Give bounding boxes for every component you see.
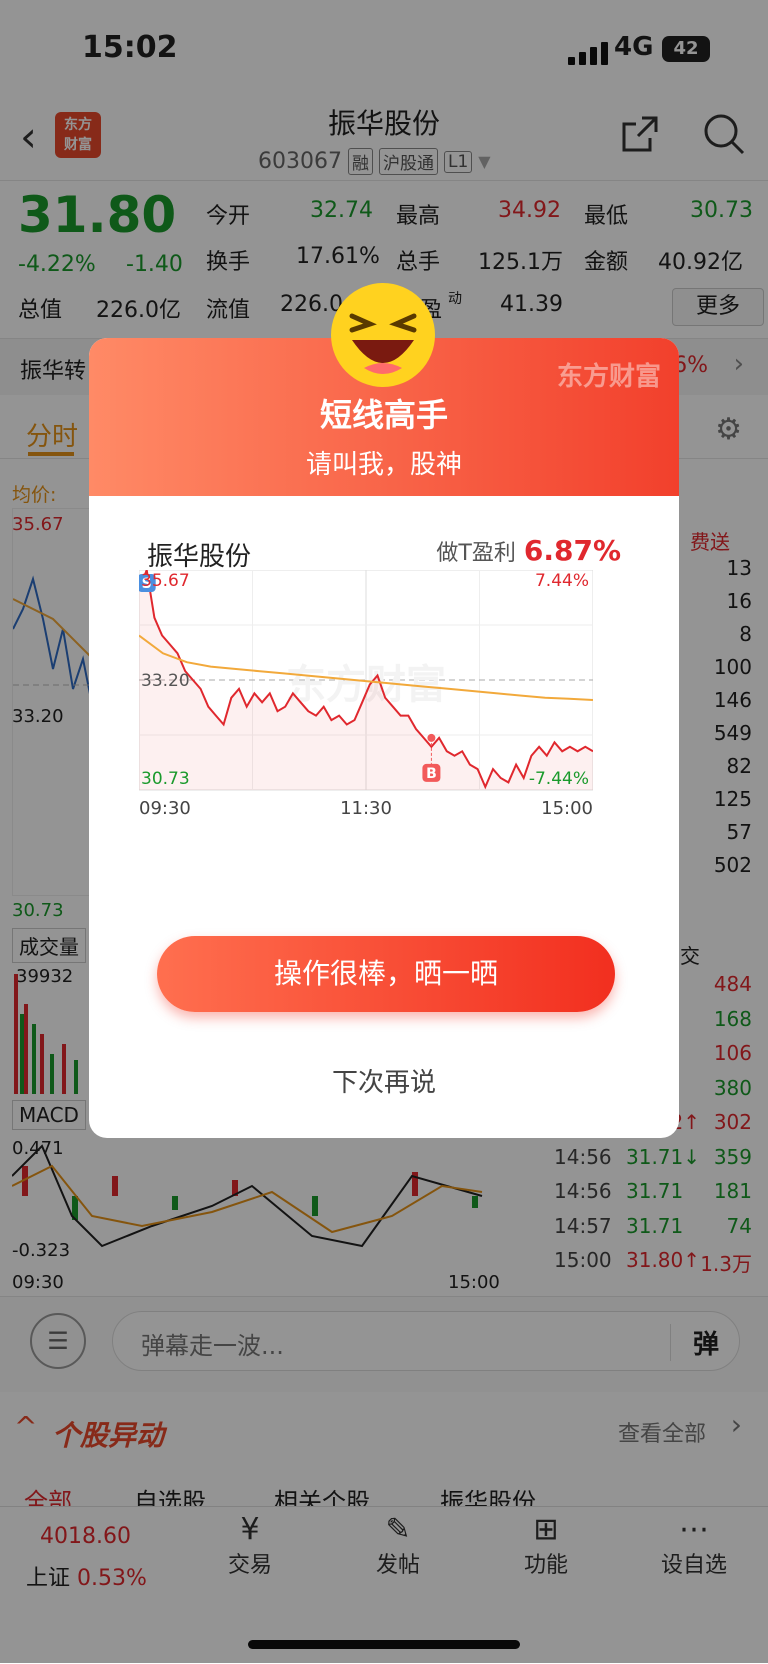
- chart-pct-top: 7.44%: [535, 571, 589, 591]
- chart-y-top: 35.67: [141, 571, 190, 591]
- chart-pct-bottom: -7.44%: [529, 769, 589, 789]
- modal-subtitle: 请叫我，股神: [305, 450, 462, 480]
- buy-label: B: [426, 766, 437, 782]
- profit-label: 做T盈利: [436, 541, 516, 566]
- profit-value: 6.87%: [523, 534, 621, 567]
- modal-stock-name: 振华股份: [147, 542, 252, 572]
- chart-y-bottom: 30.73: [141, 769, 190, 789]
- chart-y-mid: 33.20: [141, 671, 190, 691]
- profit-modal: 东方财富 短线高手 请叫我，股神 振华股份 做T盈利 6.87% 东方财富 SB …: [89, 338, 679, 1138]
- share-button[interactable]: 操作很棒，晒一晒: [157, 936, 615, 1012]
- modal-title: 短线高手: [319, 396, 448, 434]
- laughing-emoji-icon: [331, 283, 435, 387]
- modal-brand: 东方财富: [556, 362, 661, 392]
- chart-time-mid: 11:30: [340, 798, 392, 819]
- dismiss-button[interactable]: 下次再说: [89, 1062, 679, 1099]
- profit-chart: 东方财富 SB 35.67 33.20 30.73 7.44% -7.44% 0…: [139, 570, 593, 819]
- modal-profit: 做T盈利 6.87%: [436, 534, 621, 567]
- chart-time-start: 09:30: [139, 798, 191, 819]
- chart-time-end: 15:00: [541, 798, 593, 819]
